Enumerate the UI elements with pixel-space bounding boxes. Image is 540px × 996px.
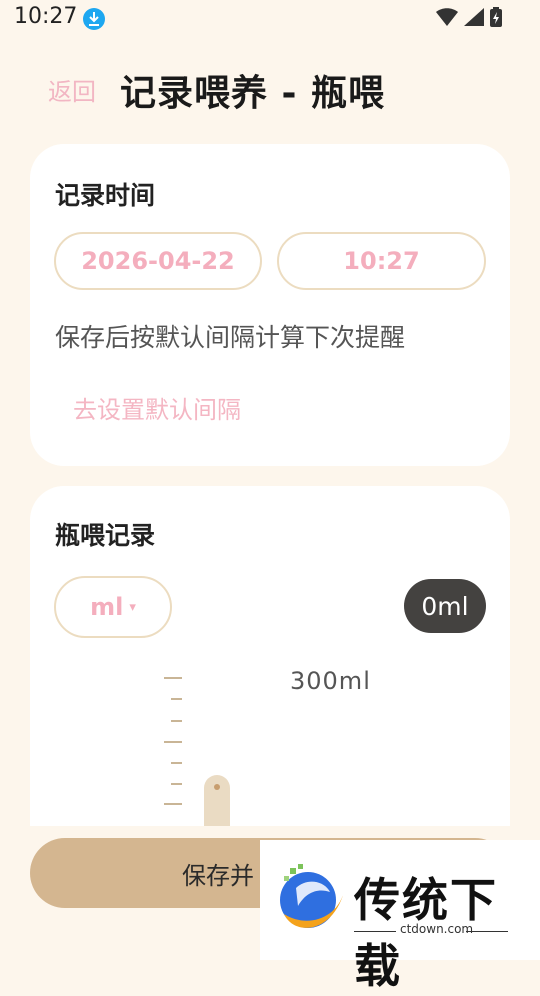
status-bar: 10:27 — [0, 0, 540, 36]
system-icons — [436, 7, 502, 27]
back-button[interactable]: 返回 — [48, 72, 96, 107]
current-volume-badge: 0ml — [404, 579, 486, 633]
scale-tick — [171, 698, 182, 700]
scale-tick — [171, 783, 182, 785]
scale-tick — [164, 803, 182, 805]
set-default-interval-link[interactable]: 去设置默认间隔 — [73, 390, 241, 425]
watermark: 传统下载 ctdown.com — [260, 840, 540, 993]
caret-down-icon: ▾ — [129, 599, 136, 615]
status-time: 10:27 — [14, 4, 78, 29]
unit-value: ml — [90, 593, 124, 621]
bottle-icon[interactable] — [204, 775, 230, 826]
download-icon — [83, 8, 105, 30]
interval-hint: 保存后按默认间隔计算下次提醒 — [55, 323, 406, 352]
bottle-record-title: 瓶喂记录 — [55, 521, 156, 550]
watermark-divider — [354, 931, 396, 932]
scale-tick — [171, 720, 182, 722]
max-volume-label: 300ml — [290, 667, 371, 695]
bottle-handle — [214, 784, 220, 790]
bottle-record-card: 瓶喂记录 ml ▾ 0ml 300ml — [30, 486, 510, 826]
date-picker-button[interactable]: 2026-04-22 — [54, 232, 262, 290]
header: 返回 记录喂养 - 瓶喂 — [0, 58, 540, 118]
scale-tick — [164, 677, 182, 679]
scale-tick — [164, 741, 182, 743]
page-title: 记录喂养 - 瓶喂 — [120, 73, 386, 114]
scale-tick — [171, 762, 182, 764]
watermark-domain: ctdown.com — [400, 922, 474, 936]
signal-icon — [464, 8, 484, 26]
record-time-title: 记录时间 — [55, 181, 156, 210]
time-picker-button[interactable]: 10:27 — [277, 232, 486, 290]
watermark-logo-icon — [280, 864, 344, 928]
battery-icon — [490, 7, 502, 27]
record-time-card: 记录时间 2026-04-22 10:27 保存后按默认间隔计算下次提醒 去设置… — [30, 144, 510, 466]
wifi-icon — [436, 8, 458, 26]
unit-select[interactable]: ml ▾ — [54, 576, 172, 638]
